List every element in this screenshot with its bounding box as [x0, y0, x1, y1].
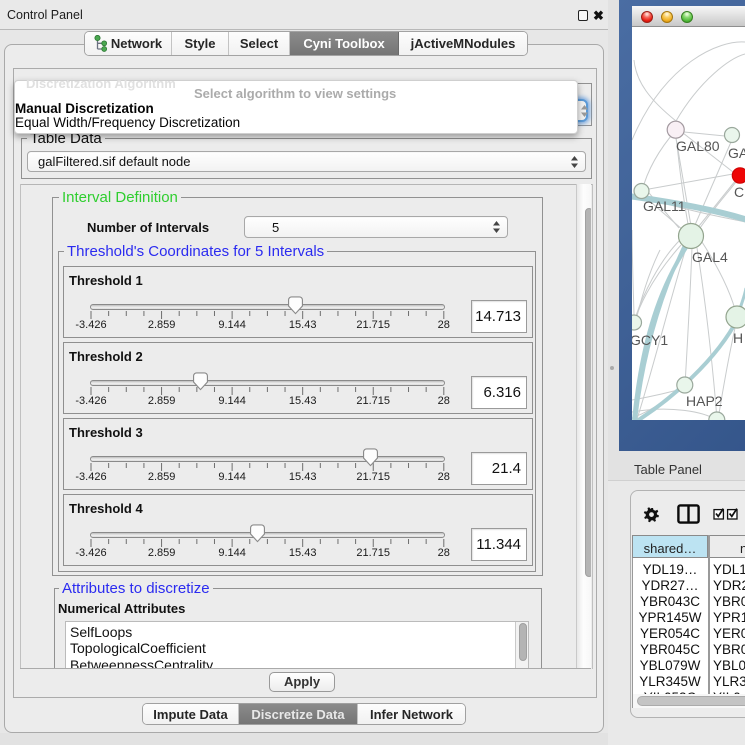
svg-text:GAL11: GAL11: [643, 198, 686, 214]
svg-text:HAP2: HAP2: [686, 393, 723, 409]
svg-text:GAL4: GAL4: [692, 249, 728, 265]
svg-text:GA: GA: [728, 145, 745, 161]
svg-text:H: H: [733, 330, 743, 346]
svg-text:C: C: [734, 184, 744, 200]
svg-text:GCY1: GCY1: [632, 332, 668, 348]
svg-text:GAL80: GAL80: [676, 138, 720, 154]
